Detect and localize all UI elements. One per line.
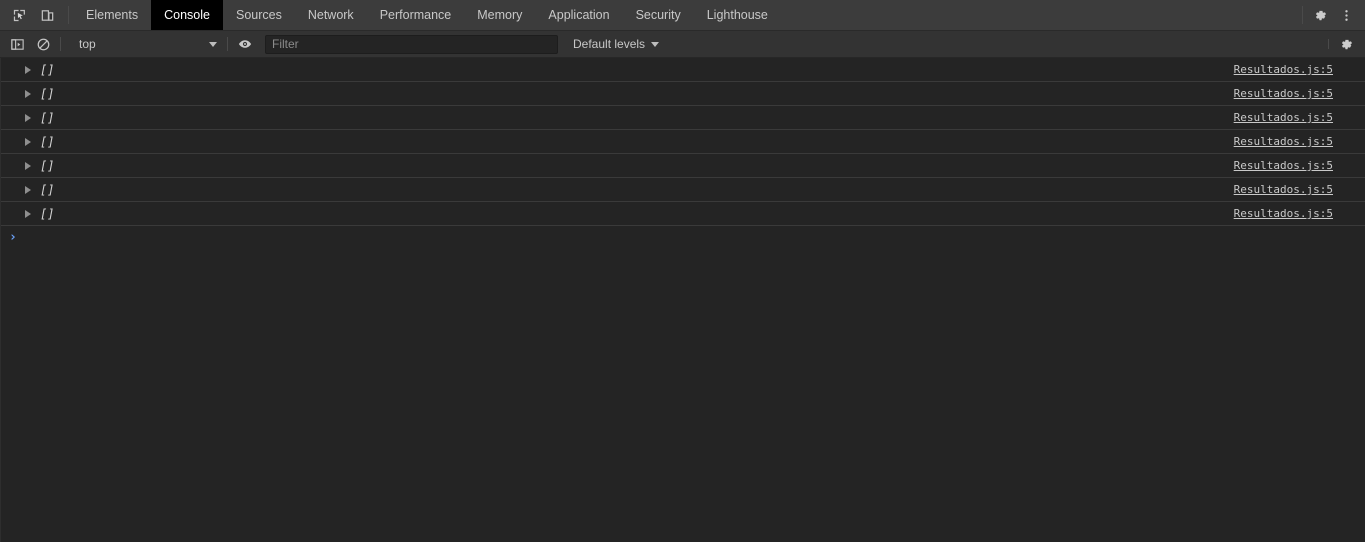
tab-memory[interactable]: Memory bbox=[464, 0, 535, 30]
console-message-source-link[interactable]: Resultados.js:5 bbox=[1234, 207, 1333, 220]
expand-triangle-icon[interactable] bbox=[22, 64, 34, 76]
console-sidebar-toggle-icon[interactable] bbox=[4, 33, 30, 55]
expand-triangle-icon[interactable] bbox=[22, 136, 34, 148]
tab-label: Memory bbox=[477, 7, 523, 22]
tab-network[interactable]: Network bbox=[295, 0, 367, 30]
expand-triangle-icon[interactable] bbox=[22, 160, 34, 172]
console-message-list: [] Resultados.js:5 [] Resultados.js:5 []… bbox=[1, 58, 1365, 249]
tab-label: Security bbox=[635, 7, 681, 22]
console-message-text: [] bbox=[40, 62, 55, 77]
filter-input[interactable] bbox=[265, 34, 558, 54]
log-levels-label: Default levels bbox=[573, 37, 646, 51]
console-message-source-link[interactable]: Resultados.js:5 bbox=[1234, 63, 1333, 76]
chevron-down-icon bbox=[209, 41, 217, 47]
console-message-row[interactable]: [] Resultados.js:5 bbox=[1, 58, 1365, 82]
tab-performance[interactable]: Performance bbox=[367, 0, 465, 30]
tab-sources[interactable]: Sources bbox=[223, 0, 295, 30]
console-toolbar-actions bbox=[1324, 33, 1365, 55]
tab-elements[interactable]: Elements bbox=[73, 0, 151, 30]
tab-application[interactable]: Application bbox=[535, 0, 622, 30]
toolbar-divider-1 bbox=[60, 37, 61, 51]
console-message-row[interactable]: [] Resultados.js:5 bbox=[1, 82, 1365, 106]
console-message-text: [] bbox=[40, 110, 55, 125]
console-message-text: [] bbox=[40, 134, 55, 149]
console-prompt-input[interactable] bbox=[17, 228, 1365, 246]
console-message-source-link[interactable]: Resultados.js:5 bbox=[1234, 159, 1333, 172]
console-prompt-row[interactable]: › bbox=[1, 226, 1365, 249]
inspect-element-icon[interactable] bbox=[6, 3, 32, 27]
expand-triangle-icon[interactable] bbox=[22, 88, 34, 100]
console-message-text: [] bbox=[40, 158, 55, 173]
clear-console-icon[interactable] bbox=[30, 33, 56, 55]
expand-triangle-icon[interactable] bbox=[22, 208, 34, 220]
chevron-down-icon bbox=[651, 41, 660, 47]
tab-label: Network bbox=[307, 7, 354, 22]
panel-tabs: Elements Console Sources Network Perform… bbox=[73, 0, 1298, 30]
console-message-row[interactable]: [] Resultados.js:5 bbox=[1, 106, 1365, 130]
execution-context-value: top bbox=[79, 37, 96, 51]
console-message-source-link[interactable]: Resultados.js:5 bbox=[1234, 135, 1333, 148]
console-message-row[interactable]: [] Resultados.js:5 bbox=[1, 130, 1365, 154]
console-message-text: [] bbox=[40, 182, 55, 197]
tab-label: Lighthouse bbox=[706, 7, 768, 22]
tab-lighthouse[interactable]: Lighthouse bbox=[694, 0, 781, 30]
console-message-source-link[interactable]: Resultados.js:5 bbox=[1234, 87, 1333, 100]
tab-label: Sources bbox=[235, 7, 282, 22]
live-expression-eye-icon[interactable] bbox=[232, 33, 258, 55]
tab-label: Elements bbox=[86, 7, 139, 22]
tabbar-icon-group bbox=[0, 0, 64, 30]
console-message-source-link[interactable]: Resultados.js:5 bbox=[1234, 183, 1333, 196]
device-toolbar-icon[interactable] bbox=[34, 3, 60, 27]
tab-console[interactable]: Console bbox=[151, 0, 223, 30]
tab-label: Console bbox=[164, 7, 210, 22]
console-message-row[interactable]: [] Resultados.js:5 bbox=[1, 202, 1365, 226]
expand-triangle-icon[interactable] bbox=[22, 112, 34, 124]
console-toolbar: top Default levels bbox=[0, 31, 1365, 58]
console-message-row[interactable]: [] Resultados.js:5 bbox=[1, 154, 1365, 178]
toolbar-divider-2 bbox=[227, 37, 228, 51]
devtools-panel: Elements Console Sources Network Perform… bbox=[0, 0, 1365, 542]
tab-label: Application bbox=[548, 7, 610, 22]
prompt-chevron-icon: › bbox=[9, 229, 17, 245]
execution-context-select[interactable]: top bbox=[71, 34, 223, 55]
console-message-source-link[interactable]: Resultados.js:5 bbox=[1234, 111, 1333, 124]
more-options-icon[interactable] bbox=[1333, 3, 1359, 27]
console-message-row[interactable]: [] Resultados.js:5 bbox=[1, 178, 1365, 202]
console-settings-gear-icon[interactable] bbox=[1333, 33, 1359, 55]
log-levels-dropdown[interactable]: Default levels bbox=[569, 34, 663, 55]
console-message-text: [] bbox=[40, 206, 55, 221]
tabbar-right-divider bbox=[1302, 6, 1303, 24]
devtools-tabbar: Elements Console Sources Network Perform… bbox=[0, 0, 1365, 31]
tab-security[interactable]: Security bbox=[623, 0, 694, 30]
tabbar-actions bbox=[1298, 0, 1365, 30]
tab-label: Performance bbox=[379, 7, 452, 22]
expand-triangle-icon[interactable] bbox=[22, 184, 34, 196]
console-message-text: [] bbox=[40, 86, 55, 101]
tabbar-divider bbox=[68, 6, 69, 24]
console-message-area[interactable]: [] Resultados.js:5 [] Resultados.js:5 []… bbox=[0, 58, 1365, 542]
toolbar-divider-3 bbox=[1328, 39, 1329, 49]
gear-icon[interactable] bbox=[1307, 3, 1333, 27]
